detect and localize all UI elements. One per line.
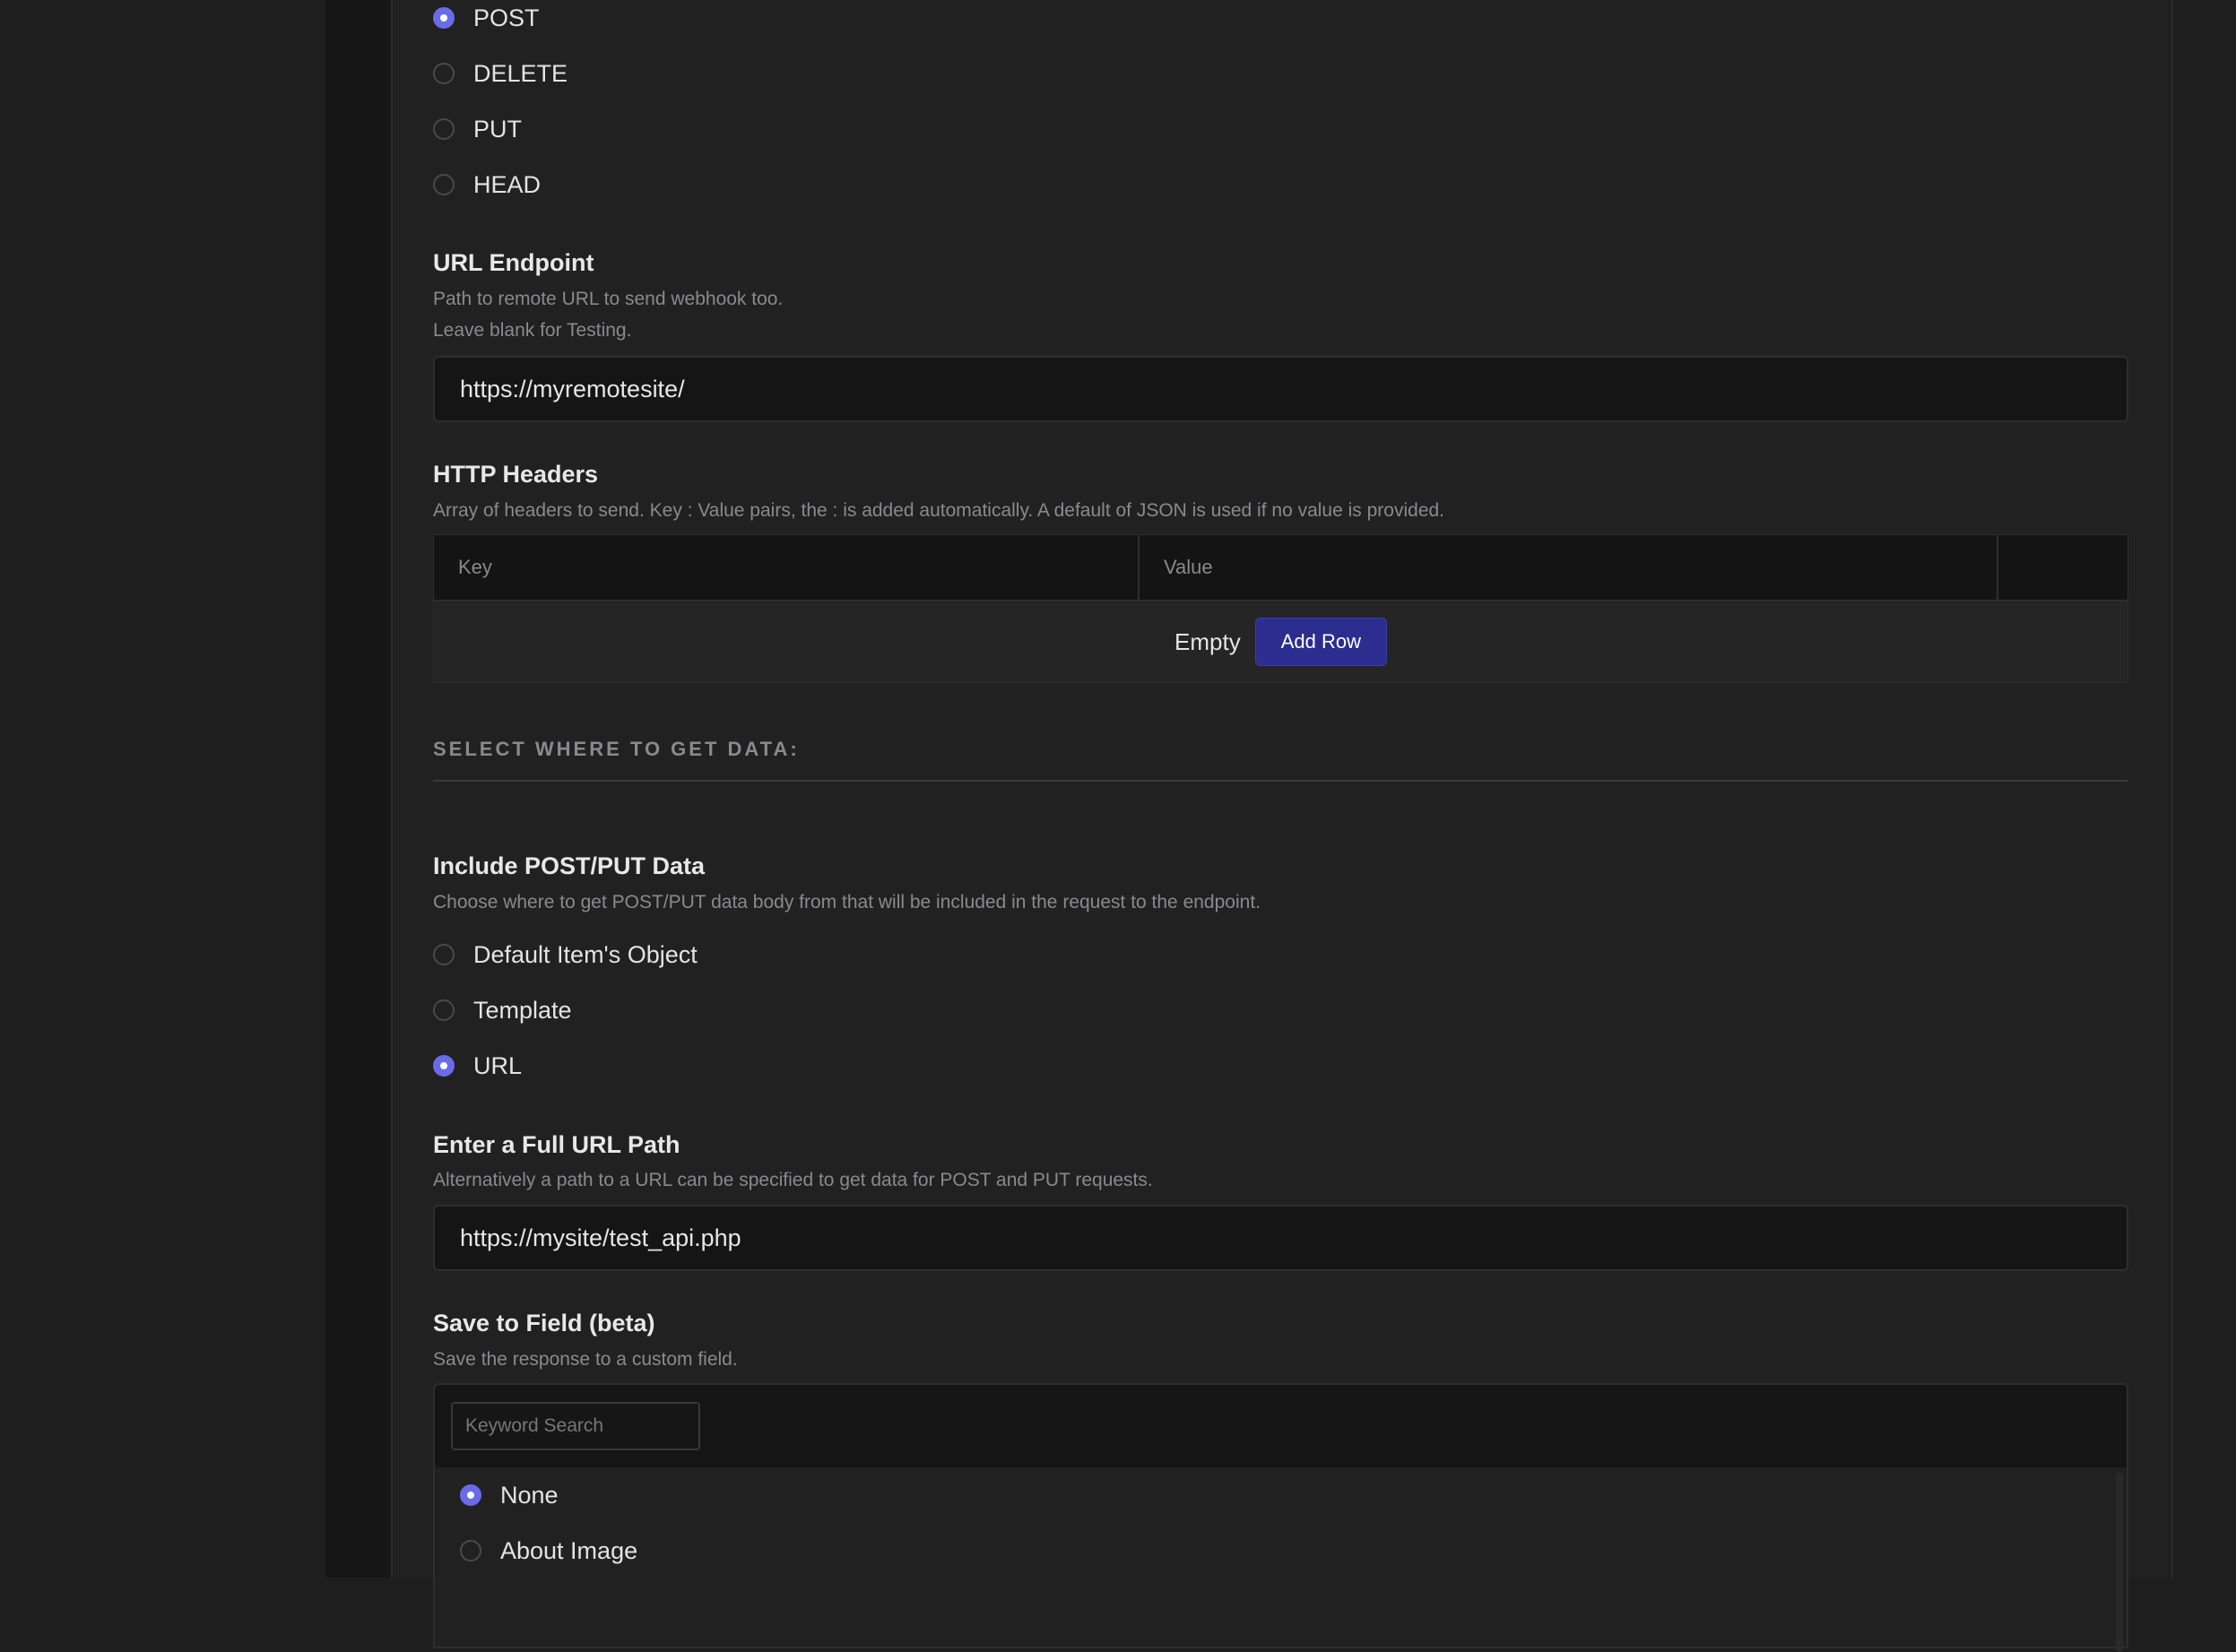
method-option-put[interactable]: PUT bbox=[433, 101, 568, 157]
field-option-about-image[interactable]: About Image bbox=[460, 1523, 2127, 1578]
add-row-button[interactable]: Add Row bbox=[1254, 618, 1387, 666]
radio-checked-icon[interactable] bbox=[433, 1055, 455, 1077]
include-data-label: Include POST/PUT Data bbox=[433, 852, 706, 879]
save-field-label: Save to Field (beta) bbox=[433, 1310, 655, 1336]
headers-col-value: Value bbox=[1140, 535, 1998, 600]
radio-unchecked-icon[interactable] bbox=[433, 63, 455, 84]
keyword-search-input[interactable]: Keyword Search bbox=[451, 1402, 700, 1450]
url-endpoint-help-line1: Path to remote URL to send webhook too. bbox=[433, 289, 784, 309]
settings-panel bbox=[391, 0, 2173, 1578]
field-option-none[interactable]: None bbox=[460, 1467, 2127, 1523]
http-headers-help: Array of headers to send. Key : Value pa… bbox=[433, 500, 1445, 521]
field-option-label: None bbox=[500, 1481, 559, 1509]
include-option-label: Default Item's Object bbox=[473, 940, 698, 968]
section-divider bbox=[433, 780, 2128, 782]
include-data-radio-group: Default Item's Object Template URL bbox=[433, 927, 698, 1094]
radio-checked-icon[interactable] bbox=[460, 1484, 481, 1506]
list-scrollbar[interactable] bbox=[2116, 1473, 2123, 1652]
headers-table-body: Empty Add Row bbox=[434, 601, 2128, 682]
full-url-input[interactable]: https://mysite/test_api.php bbox=[433, 1205, 2128, 1271]
method-option-label: POST bbox=[473, 4, 540, 31]
search-wrap: Keyword Search bbox=[435, 1385, 2127, 1467]
headers-col-key: Key bbox=[434, 535, 1140, 600]
http-headers-label: HTTP Headers bbox=[433, 461, 599, 488]
url-endpoint-help-line2: Leave blank for Testing. bbox=[433, 320, 632, 341]
save-field-picker: Keyword Search None About Image bbox=[433, 1383, 2128, 1652]
include-option-template[interactable]: Template bbox=[433, 982, 698, 1038]
method-radio-group: POST DELETE PUT HEAD bbox=[433, 0, 568, 212]
method-option-delete[interactable]: DELETE bbox=[433, 46, 568, 101]
radio-unchecked-icon[interactable] bbox=[433, 999, 455, 1021]
headers-table-header: Key Value bbox=[434, 535, 2128, 601]
method-option-head[interactable]: HEAD bbox=[433, 157, 568, 212]
radio-checked-icon[interactable] bbox=[433, 7, 455, 29]
headers-col-actions bbox=[1998, 535, 2128, 600]
data-section-heading: SELECT WHERE TO GET DATA: bbox=[433, 738, 800, 760]
radio-unchecked-icon[interactable] bbox=[433, 174, 455, 195]
method-option-post[interactable]: POST bbox=[433, 0, 568, 46]
include-option-label: Template bbox=[473, 996, 572, 1024]
method-option-label: HEAD bbox=[473, 170, 542, 198]
method-option-label: DELETE bbox=[473, 59, 568, 87]
url-endpoint-input[interactable]: https://myremotesite/ bbox=[433, 356, 2128, 422]
save-field-help: Save the response to a custom field. bbox=[433, 1349, 738, 1370]
include-option-label: URL bbox=[473, 1051, 523, 1079]
include-data-help: Choose where to get POST/PUT data body f… bbox=[433, 892, 1261, 912]
left-gutter bbox=[0, 0, 325, 1578]
field-option-label: About Image bbox=[500, 1536, 638, 1564]
include-option-url[interactable]: URL bbox=[433, 1038, 698, 1094]
field-option-list: None About Image bbox=[435, 1467, 2127, 1652]
full-url-help: Alternatively a path to a URL can be spe… bbox=[433, 1170, 1153, 1190]
radio-unchecked-icon[interactable] bbox=[460, 1540, 481, 1561]
full-url-label: Enter a Full URL Path bbox=[433, 1131, 680, 1158]
radio-unchecked-icon[interactable] bbox=[433, 118, 455, 140]
include-option-default-object[interactable]: Default Item's Object bbox=[433, 927, 698, 982]
headers-empty-text: Empty bbox=[1174, 627, 1241, 655]
method-option-label: PUT bbox=[473, 115, 522, 143]
url-endpoint-label: URL Endpoint bbox=[433, 249, 594, 276]
radio-unchecked-icon[interactable] bbox=[433, 944, 455, 965]
headers-table: Key Value Empty Add Row bbox=[433, 534, 2128, 683]
